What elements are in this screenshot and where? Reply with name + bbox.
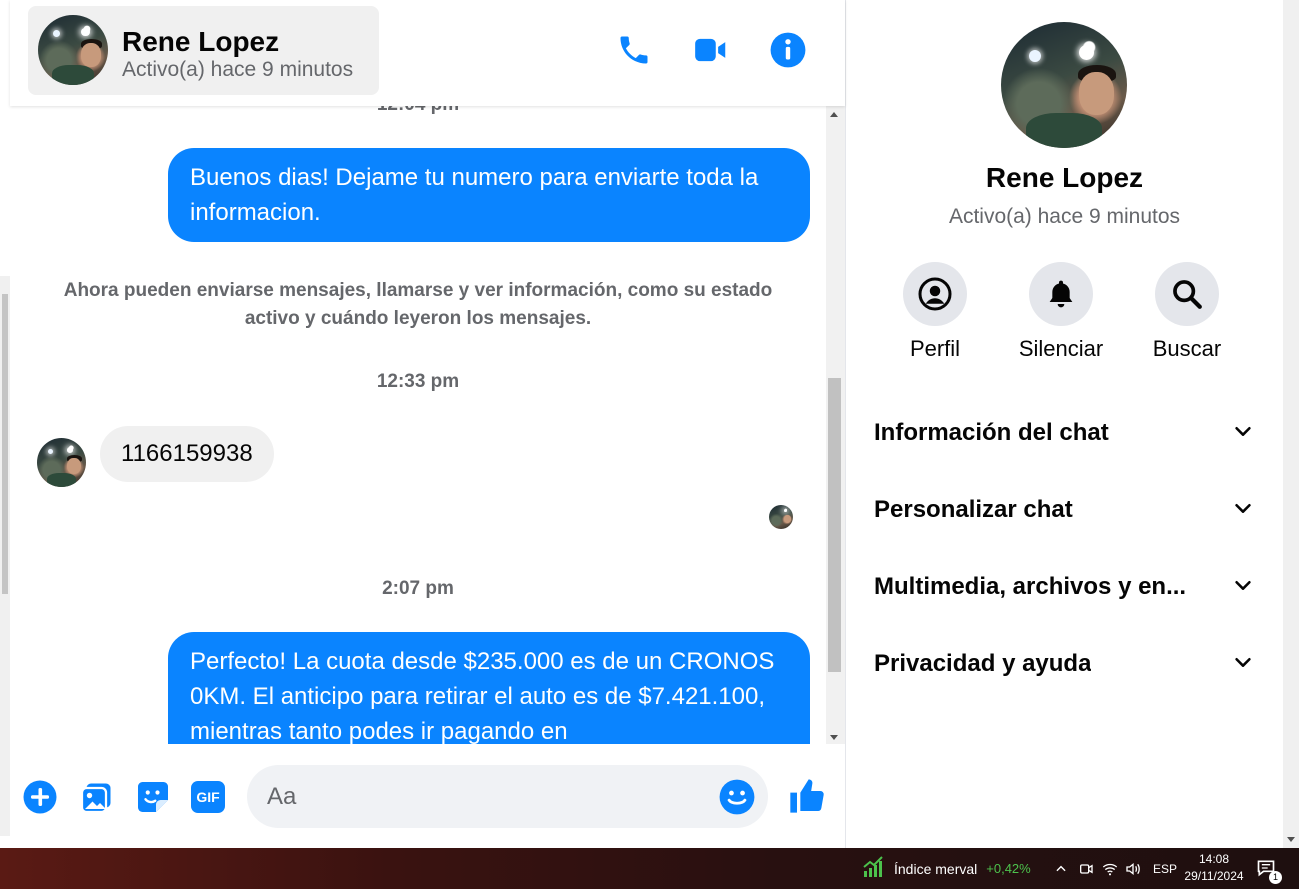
profile-label: Perfil (909, 336, 961, 361)
composer: GIF (10, 744, 845, 848)
wifi-icon[interactable] (1102, 848, 1118, 889)
volume-icon[interactable] (1125, 848, 1141, 889)
stock-name: Índice merval (894, 860, 978, 877)
outgoing-message[interactable]: Buenos dias! Dejame tu numero para envia… (168, 148, 810, 242)
section-chat-info[interactable]: Información del chat (874, 413, 1254, 453)
search-icon (1155, 262, 1219, 326)
notification-count: 1 (1269, 870, 1282, 884)
chevron-down-icon (1232, 497, 1254, 524)
info-contact-status: Activo(a) hace 9 minutos (948, 205, 1181, 228)
info-icon[interactable] (768, 30, 808, 70)
info-contact-name: Rene Lopez (985, 162, 1144, 193)
message-scrollbar-thumb[interactable] (828, 378, 841, 672)
mute-button[interactable]: Silenciar (1001, 262, 1121, 362)
message-scrollbar[interactable] (826, 106, 845, 744)
clock[interactable]: 14:08 29/11/2024 (1178, 851, 1250, 885)
like-icon[interactable] (785, 774, 829, 818)
chat-header: Rene Lopez Activo(a) hace 9 minutos (10, 0, 845, 106)
stock-chart-icon (862, 855, 886, 882)
video-camera-icon[interactable] (691, 30, 731, 70)
notification-center-icon[interactable]: 1 (1256, 848, 1282, 889)
clock-time: 14:08 (1198, 852, 1230, 866)
chat-pane: Rene Lopez Activo(a) hace 9 minutos 12:0… (10, 0, 845, 848)
phone-icon[interactable] (614, 30, 654, 70)
chevron-down-icon (1232, 574, 1254, 601)
section-title: Privacidad y ayuda (874, 650, 1092, 677)
meet-now-icon[interactable] (1078, 848, 1094, 889)
contact-name: Rene Lopez (122, 26, 280, 57)
system-notice: Ahora pueden enviarse mensajes, llamarse… (63, 280, 773, 329)
message-input[interactable] (267, 765, 697, 828)
section-title: Multimedia, archivos y en... (874, 573, 1187, 600)
gif-icon[interactable]: GIF (189, 778, 227, 816)
chevron-down-icon (1232, 420, 1254, 447)
language-indicator[interactable]: ESP (1153, 848, 1177, 889)
section-title: Personalizar chat (874, 496, 1073, 523)
emoji-icon[interactable] (718, 778, 756, 816)
section-title: Información del chat (874, 419, 1109, 446)
message-list[interactable]: 12:04 pm Buenos dias! Dejame tu numero p… (10, 106, 826, 744)
stock-change: +0,42% (986, 861, 1031, 876)
stock-widget[interactable]: Índice merval +0,42% (862, 848, 1031, 889)
section-privacy-help[interactable]: Privacidad y ayuda (874, 644, 1254, 684)
chevron-down-icon (1232, 651, 1254, 678)
section-media-files[interactable]: Multimedia, archivos y en... (874, 567, 1254, 607)
contact-header-button[interactable]: Rene Lopez Activo(a) hace 9 minutos (28, 6, 379, 95)
window-scrollbar[interactable] (0, 276, 10, 836)
scroll-down-arrow-icon[interactable] (1287, 837, 1295, 842)
mute-label: Silenciar (1018, 336, 1104, 361)
scroll-up-arrow-icon[interactable] (830, 112, 838, 117)
message-timestamp: 12:33 pm (376, 371, 460, 392)
windows-taskbar: Índice merval +0,42% ESP 14:08 29/11/202… (0, 848, 1299, 889)
chevron-up-icon[interactable] (1054, 848, 1068, 889)
profile-icon (903, 262, 967, 326)
sticker-icon[interactable] (134, 778, 172, 816)
conversation-info-panel: Rene Lopez Activo(a) hace 9 minutos Perf… (846, 0, 1283, 848)
window-scrollbar-thumb[interactable] (2, 294, 8, 594)
profile-button[interactable]: Perfil (875, 262, 995, 362)
message-input-wrapper[interactable] (247, 765, 768, 828)
info-avatar (1001, 22, 1127, 148)
image-icon[interactable] (78, 778, 116, 816)
sender-avatar (37, 438, 86, 487)
message-timestamp: 2:07 pm (382, 578, 454, 599)
clock-date: 29/11/2024 (1184, 869, 1244, 883)
message-timestamp: 12:04 pm (10, 106, 826, 116)
search-label: Buscar (1152, 336, 1222, 361)
section-customize-chat[interactable]: Personalizar chat (874, 490, 1254, 530)
contact-avatar (38, 15, 108, 85)
add-icon[interactable] (21, 778, 59, 816)
outgoing-message[interactable]: Perfecto! La cuota desde $235.000 es de … (168, 632, 810, 744)
gif-label: GIF (191, 781, 225, 813)
search-button[interactable]: Buscar (1127, 262, 1247, 362)
info-panel-scrollbar[interactable] (1283, 0, 1299, 848)
scroll-down-arrow-icon[interactable] (830, 735, 838, 740)
seen-receipt-avatar (769, 505, 793, 529)
bell-icon (1029, 262, 1093, 326)
incoming-message[interactable]: 1166159938 (100, 426, 274, 482)
contact-status: Activo(a) hace 9 minutos (122, 58, 354, 81)
